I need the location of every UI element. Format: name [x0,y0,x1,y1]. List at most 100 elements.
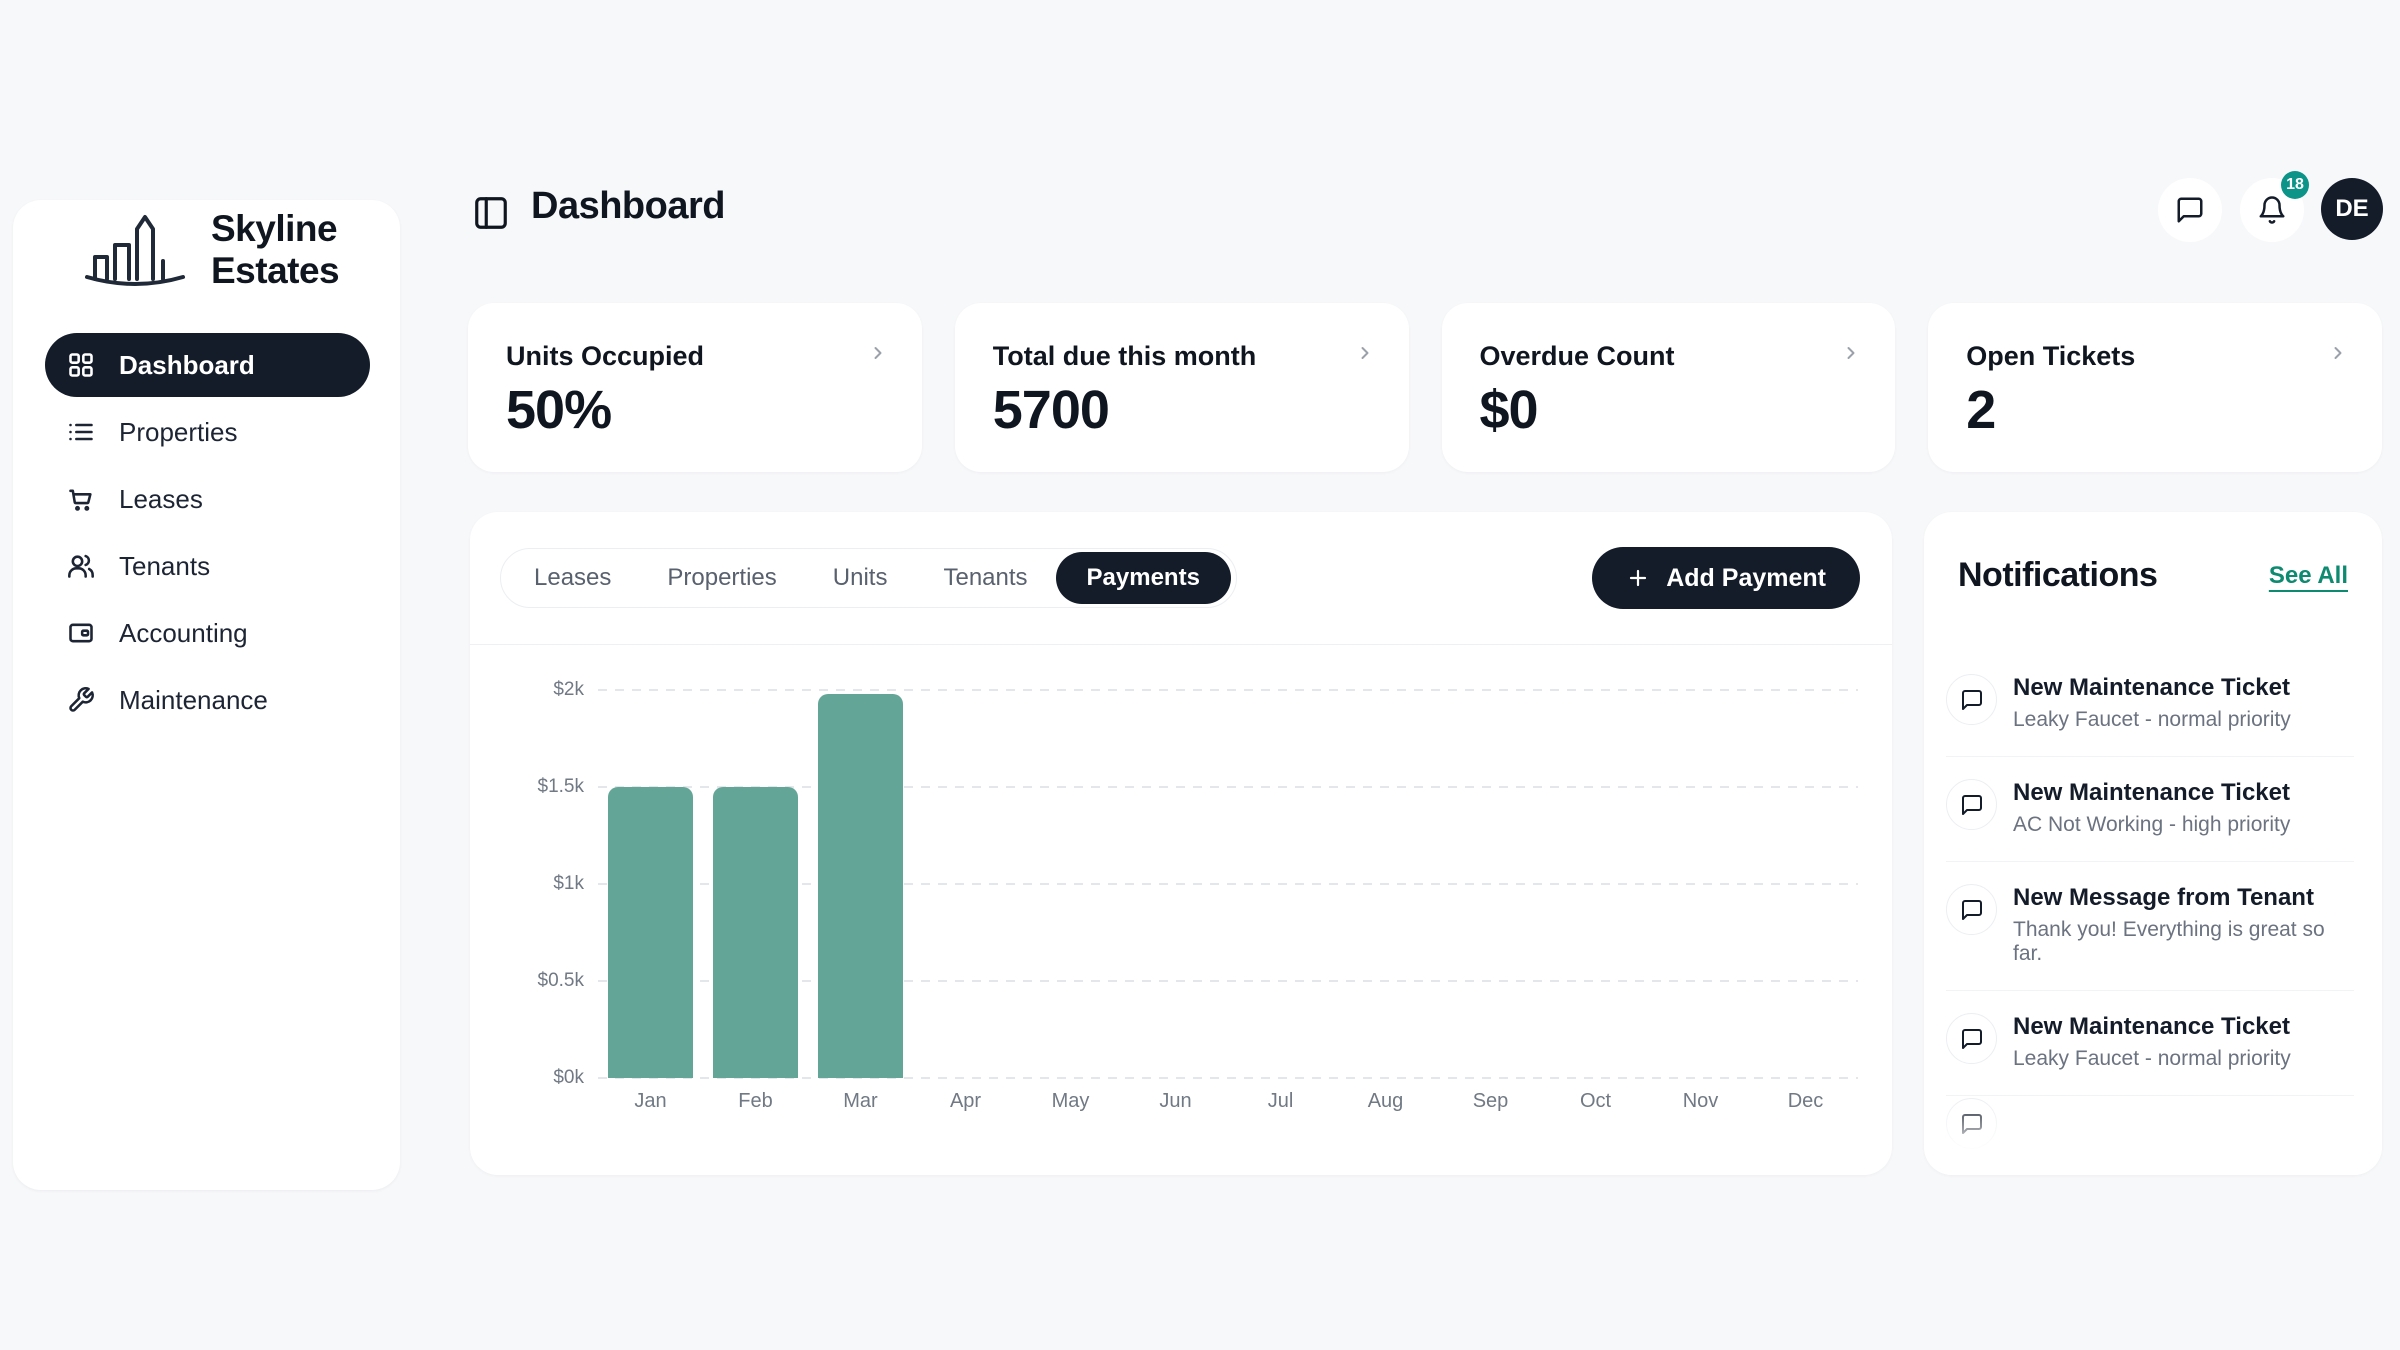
add-payment-button[interactable]: Add Payment [1592,547,1860,609]
bar[interactable] [818,694,903,1078]
chevron-right-icon [868,343,888,363]
sidebar-item-label: Accounting [119,618,248,649]
cart-icon [67,485,95,513]
x-tick-label: Oct [1543,1090,1648,1113]
notification-item[interactable]: New Maintenance Ticket AC Not Working - … [1946,757,2354,862]
tab-label: Units [833,564,888,592]
stat-value: $0 [1480,379,1538,441]
tab-label: Tenants [943,564,1027,592]
tab-bar: Leases Properties Units Tenants Payments [500,548,1237,608]
chevron-right-icon [1355,343,1375,363]
notification-title: New Maintenance Ticket [2013,779,2290,807]
tab-label: Leases [534,564,611,592]
notification-subtitle: Leaky Faucet - normal priority [2013,708,2291,732]
sidebar-item-label: Dashboard [119,350,255,381]
sidebar-item-label: Properties [119,417,238,448]
stat-card-total-due[interactable]: Total due this month 5700 [955,303,1409,472]
notification-text: New Maintenance Ticket AC Not Working - … [2013,779,2290,837]
bar[interactable] [608,787,693,1078]
sidebar-item-tenants[interactable]: Tenants [45,534,370,598]
notifications-panel: Notifications See All New Maintenance Ti… [1924,512,2382,1175]
notification-count-badge: 18 [2281,171,2309,199]
y-tick-label: $1.5k [538,776,584,798]
chevron-right-icon [1841,343,1861,363]
chart-plot [598,690,1858,1078]
x-tick-label: Apr [913,1090,1018,1113]
notifications-list: New Maintenance Ticket Leaky Faucet - no… [1946,652,2354,1096]
stat-value: 2 [1966,379,1995,441]
stat-value: 50% [506,379,611,441]
message-bubble-icon [1946,674,1997,725]
sidebar-item-leases[interactable]: Leases [45,467,370,531]
bell-icon [2257,195,2287,225]
bar-slot [913,690,1018,1078]
panel-left-icon [472,194,510,232]
tab[interactable]: Properties [639,552,804,604]
stat-card-overdue-count[interactable]: Overdue Count $0 [1442,303,1896,472]
message-bubble-icon [1946,779,1997,830]
app-name: Skyline Estates [211,208,400,292]
bar-slot [1543,690,1648,1078]
stat-card-units-occupied[interactable]: Units Occupied 50% [468,303,922,472]
list-icon [67,418,95,446]
sidebar-toggle-button[interactable] [472,194,510,232]
x-tick-label: May [1018,1090,1123,1113]
bar-chart: $0k$0.5k$1k$1.5k$2k [598,690,1858,1078]
notification-title: New Message from Tenant [2013,884,2354,912]
bar-slot [1753,690,1858,1078]
x-tick-label: Mar [808,1090,913,1113]
stat-label: Overdue Count [1480,341,1675,372]
notification-item[interactable]: New Maintenance Ticket Leaky Faucet - no… [1946,652,2354,757]
sidebar-item-label: Leases [119,484,203,515]
sidebar-item-properties[interactable]: Properties [45,400,370,464]
see-all-link[interactable]: See All [2269,562,2348,590]
notification-subtitle: Thank you! Everything is great so far. [2013,918,2354,966]
sidebar-item-label: Tenants [119,551,210,582]
bar-slot [1123,690,1228,1078]
users-icon [67,552,95,580]
x-tick-label: Feb [703,1090,808,1113]
add-payment-label: Add Payment [1666,564,1826,593]
avatar[interactable]: DE [2321,178,2383,240]
sidebar: Skyline Estates Dashboard Properties [13,200,400,1190]
notification-subtitle: Leaky Faucet - normal priority [2013,1047,2291,1071]
bar-slot [598,690,703,1078]
brand: Skyline Estates [79,208,400,292]
x-tick-label: Jun [1123,1090,1228,1113]
grid-icon [67,351,95,379]
bar-slot [1438,690,1543,1078]
x-tick-label: Jan [598,1090,703,1113]
bar[interactable] [713,787,798,1078]
tab-label: Properties [667,564,776,592]
chart-xaxis: Jan Feb Mar Apr May Jun Jul Aug Sep Oct … [598,1090,1858,1113]
messages-button[interactable] [2158,178,2222,242]
y-tick-label: $1k [553,873,584,895]
tab[interactable]: Units [805,552,916,604]
sidebar-item-dashboard[interactable]: Dashboard [45,333,370,397]
bar-slot [1228,690,1333,1078]
fade-overlay [1924,1095,2382,1175]
message-bubble-icon [1946,884,1997,935]
notification-title: New Maintenance Ticket [2013,674,2291,702]
chat-bubble-icon [2175,195,2205,225]
tab[interactable]: Leases [506,552,639,604]
sidebar-item-accounting[interactable]: Accounting [45,601,370,665]
stat-label: Open Tickets [1966,341,2135,372]
y-tick-label: $0k [553,1067,584,1089]
message-bubble-icon [1946,1013,1997,1064]
chevron-right-icon [2328,343,2348,363]
stat-card-open-tickets[interactable]: Open Tickets 2 [1928,303,2382,472]
chart-yaxis: $0k$0.5k$1k$1.5k$2k [474,690,584,1078]
notification-item[interactable]: New Message from Tenant Thank you! Every… [1946,862,2354,991]
tab[interactable]: Payments [1056,552,1231,604]
page-title: Dashboard [531,185,725,228]
notification-text: New Message from Tenant Thank you! Every… [2013,884,2354,966]
sidebar-item-maintenance[interactable]: Maintenance [45,668,370,732]
x-tick-label: Nov [1648,1090,1753,1113]
y-tick-label: $2k [553,679,584,701]
tab[interactable]: Tenants [915,552,1055,604]
stat-cards-row: Units Occupied 50% Total due this month … [468,303,2382,472]
bar-slot [1648,690,1753,1078]
notification-subtitle: AC Not Working - high priority [2013,813,2290,837]
x-tick-label: Sep [1438,1090,1543,1113]
